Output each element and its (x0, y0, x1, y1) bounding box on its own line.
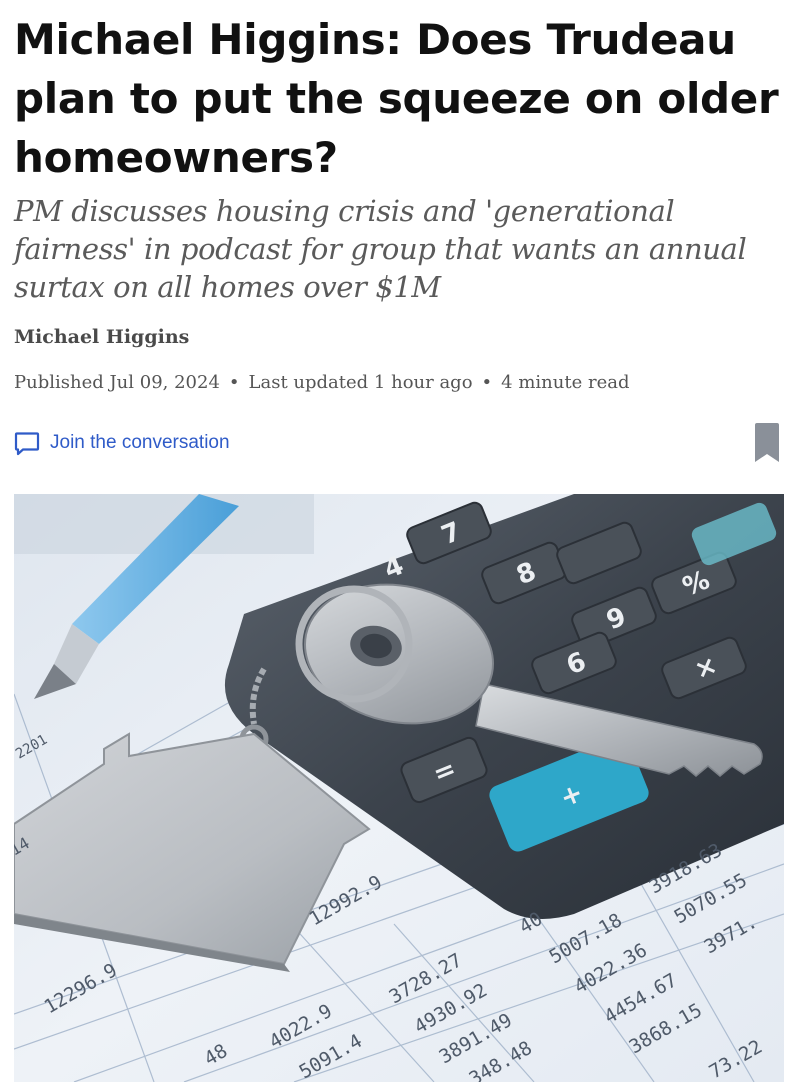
bookmark-button[interactable] (754, 423, 780, 467)
updated-time: Last updated 1 hour ago (248, 372, 473, 393)
join-conversation-label: Join the conversation (50, 432, 230, 453)
hero-image: + × = 6 9 8 7 % 4 12296.9 12992.9 4022.9… (14, 494, 784, 1082)
read-time: 4 minute read (501, 372, 630, 393)
bookmark-icon (754, 423, 780, 467)
article-deck: PM discusses housing crisis and 'generat… (14, 194, 747, 304)
published-date: Published Jul 09, 2024 (14, 372, 220, 393)
author-link[interactable]: Michael Higgins (14, 326, 189, 348)
headline: Michael Higgins: Does Trudeau plan to pu… (14, 15, 779, 182)
join-conversation-link[interactable]: Join the conversation (14, 430, 230, 456)
meta-separator: • (481, 372, 493, 393)
hero-photo: + × = 6 9 8 7 % 4 12296.9 12992.9 4022.9… (14, 494, 784, 1082)
comment-icon (14, 430, 40, 456)
meta-separator: • (228, 372, 240, 393)
article-meta: Published Jul 09, 2024 • Last updated 1 ho… (14, 372, 629, 393)
